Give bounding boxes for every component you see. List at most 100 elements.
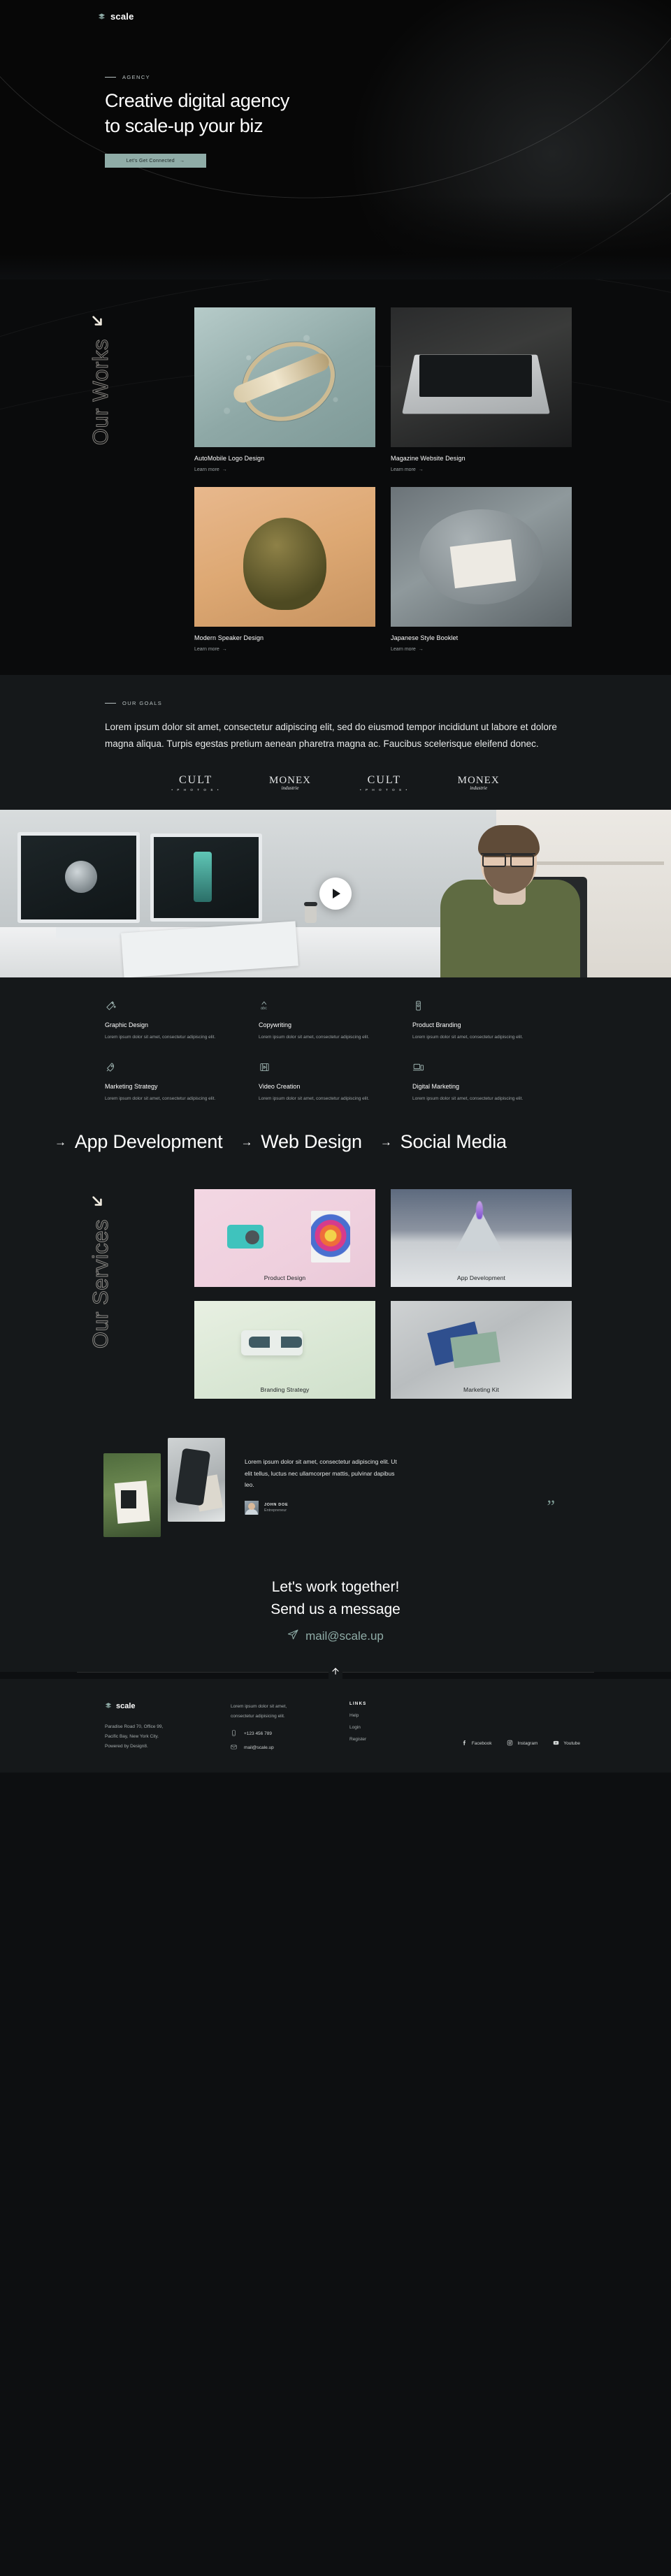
footer-email: mail@scale.up: [244, 1745, 274, 1750]
footer-lorem-line2: consectetur adipisicing elit.: [231, 1713, 285, 1719]
service-feature-item[interactable]: Product Branding Lorem ipsum dolor sit a…: [412, 1000, 566, 1042]
brand-name: scale: [110, 11, 134, 22]
work-link-label: Learn more: [194, 467, 219, 472]
client-logo-sub: • P H O T O S •: [171, 788, 220, 792]
facebook-icon: [461, 1740, 468, 1747]
service-feature-item[interactable]: Video Creation Lorem ipsum dolor sit ame…: [259, 1061, 412, 1103]
testimonial-quote: Lorem ipsum dolor sit amet, consectetur …: [245, 1458, 397, 1489]
work-thumbnail: [391, 487, 572, 627]
cta-email-link[interactable]: mail@scale.up: [287, 1629, 384, 1644]
service-feature-item[interactable]: abc Copywriting Lorem ipsum dolor sit am…: [259, 1000, 412, 1042]
hero-heading-line2: to scale-up your biz: [105, 115, 264, 136]
works-side-label: Our Works: [88, 312, 130, 446]
service-card[interactable]: Marketing Kit: [391, 1301, 572, 1399]
coffee-cup: [304, 902, 317, 924]
svg-text:abc: abc: [261, 1007, 267, 1011]
paper-plane-icon: [287, 1629, 299, 1644]
service-feature-item[interactable]: Graphic Design Lorem ipsum dolor sit ame…: [105, 1000, 259, 1042]
footer-contact-column: Lorem ipsum dolor sit amet, consectetur …: [231, 1700, 349, 1751]
arrow-right-icon: →: [380, 1135, 392, 1149]
goals-eyebrow: OUR GOALS: [105, 700, 566, 706]
work-learn-more-link[interactable]: Learn more →: [391, 467, 424, 472]
footer-address-line1: Paradise Road 70, Office 99,: [105, 1724, 164, 1730]
work-thumbnail: [194, 487, 375, 627]
service-feature-item[interactable]: Marketing Strategy Lorem ipsum dolor sit…: [105, 1061, 259, 1103]
footer-lorem-line1: Lorem ipsum dolor sit amet,: [231, 1704, 287, 1710]
work-card[interactable]: Japanese Style Booklet Learn more →: [391, 487, 572, 654]
work-learn-more-link[interactable]: Learn more →: [391, 647, 424, 652]
works-grid: AutoMobile Logo Design Learn more → Maga…: [194, 307, 572, 654]
hero-heading-line1: Creative digital agency: [105, 90, 289, 111]
social-link-instagram[interactable]: Instagram: [507, 1740, 537, 1747]
testimonial-body: Lorem ipsum dolor sit amet, consectetur …: [245, 1438, 568, 1537]
work-thumbnail: [194, 307, 375, 447]
service-feature-name: Product Branding: [412, 1021, 461, 1029]
footer-logo[interactable]: scale: [105, 1700, 231, 1712]
stack-icon: [105, 1700, 112, 1712]
service-card-label: Branding Strategy: [260, 1386, 310, 1394]
service-feature-name: Marketing Strategy: [105, 1083, 158, 1091]
arrow-right-icon: →: [418, 467, 424, 472]
footer-link-register[interactable]: Register: [349, 1737, 433, 1742]
service-card[interactable]: Product Design: [194, 1189, 375, 1288]
arrow-right-icon: →: [222, 467, 227, 472]
service-features-grid: Graphic Design Lorem ipsum dolor sit ame…: [105, 1000, 566, 1103]
hero-fade: [0, 196, 671, 279]
service-feature-item[interactable]: Digital Marketing Lorem ipsum dolor sit …: [412, 1061, 566, 1103]
footer-lorem: Lorem ipsum dolor sit amet, consectetur …: [231, 1702, 349, 1721]
testimonial-content: Lorem ipsum dolor sit amet, consectetur …: [103, 1438, 568, 1538]
goals-paragraph: Lorem ipsum dolor sit amet, consectetur …: [105, 722, 557, 749]
footer-email-row[interactable]: mail@scale.up: [231, 1744, 349, 1752]
marquee-item[interactable]: → Web Design: [240, 1131, 362, 1153]
hero-eyebrow: AGENCY: [105, 74, 289, 80]
cta-section: Let's work together! Send us a message m…: [0, 1565, 671, 1673]
footer-phone-row[interactable]: +123 456 789: [231, 1730, 349, 1738]
marquee-item[interactable]: → App Development: [55, 1131, 223, 1153]
hero-section: scale AGENCY Creative digital agency to …: [0, 0, 671, 279]
site-logo[interactable]: scale: [98, 11, 134, 22]
marquee-row: → App Development → Web Design → Social …: [0, 1131, 507, 1153]
footer-address: Paradise Road 70, Office 99, Pacific Bay…: [105, 1722, 231, 1751]
work-card[interactable]: Modern Speaker Design Learn more →: [194, 487, 375, 654]
marquee-label: App Development: [74, 1131, 223, 1153]
work-title: Japanese Style Booklet: [391, 634, 459, 641]
service-feature-desc: Lorem ipsum dolor sit amet, consectetur …: [259, 1096, 370, 1102]
cta-email-label: mail@scale.up: [305, 1629, 384, 1643]
goals-eyebrow-label: OUR GOALS: [122, 700, 163, 706]
footer-link-login[interactable]: Login: [349, 1725, 433, 1730]
work-card[interactable]: AutoMobile Logo Design Learn more →: [194, 307, 375, 474]
arrow-down-right-icon: [88, 316, 106, 333]
service-feature-desc: Lorem ipsum dolor sit amet, consectetur …: [412, 1096, 524, 1102]
devices-icon: [412, 1064, 424, 1076]
social-link-facebook[interactable]: Facebook: [461, 1740, 491, 1747]
arrow-down-right-icon: [88, 1196, 106, 1213]
footer-links-heading: LINKS: [349, 1702, 367, 1707]
footer-address-line2: Pacific Bay, New York City.: [105, 1733, 159, 1739]
footer-address-line3: Powered by Design8.: [105, 1743, 148, 1749]
service-card[interactable]: App Development: [391, 1189, 572, 1288]
arrow-right-icon: →: [222, 647, 227, 652]
work-learn-more-link[interactable]: Learn more →: [194, 647, 227, 652]
work-learn-more-link[interactable]: Learn more →: [194, 467, 227, 472]
work-card[interactable]: Magazine Website Design Learn more →: [391, 307, 572, 474]
testimonial-image: [168, 1438, 225, 1522]
cta-heading-line2: Send us a message: [270, 1601, 401, 1617]
footer-link-help[interactable]: Help: [349, 1713, 433, 1718]
cta-heading-line1: Let's work together!: [271, 1579, 400, 1596]
our-services-section: Our Services Product Design App Developm…: [0, 1168, 671, 1423]
video-play-button[interactable]: [319, 878, 352, 910]
site-footer: scale Paradise Road 70, Office 99, Pacif…: [0, 1679, 671, 1773]
marquee-item[interactable]: → Social Media: [380, 1131, 507, 1153]
our-works-section: Our Works AutoMobile Logo Design Learn m…: [0, 279, 671, 675]
service-feature-name: Digital Marketing: [412, 1083, 460, 1091]
social-link-youtube[interactable]: Youtube: [553, 1740, 580, 1747]
back-to-top-button[interactable]: [329, 1666, 342, 1680]
client-logo-cult: CULT • P H O T O S •: [171, 774, 220, 792]
hero-cta-button[interactable]: Let's Get Connected →: [105, 154, 206, 168]
service-card[interactable]: Branding Strategy: [194, 1301, 375, 1399]
arrow-right-icon: →: [240, 1135, 253, 1149]
hero-eyebrow-label: AGENCY: [122, 74, 151, 80]
service-feature-name: Video Creation: [259, 1083, 301, 1091]
testimonial-image: [103, 1453, 161, 1538]
services-side-label: Our Services: [88, 1192, 130, 1349]
